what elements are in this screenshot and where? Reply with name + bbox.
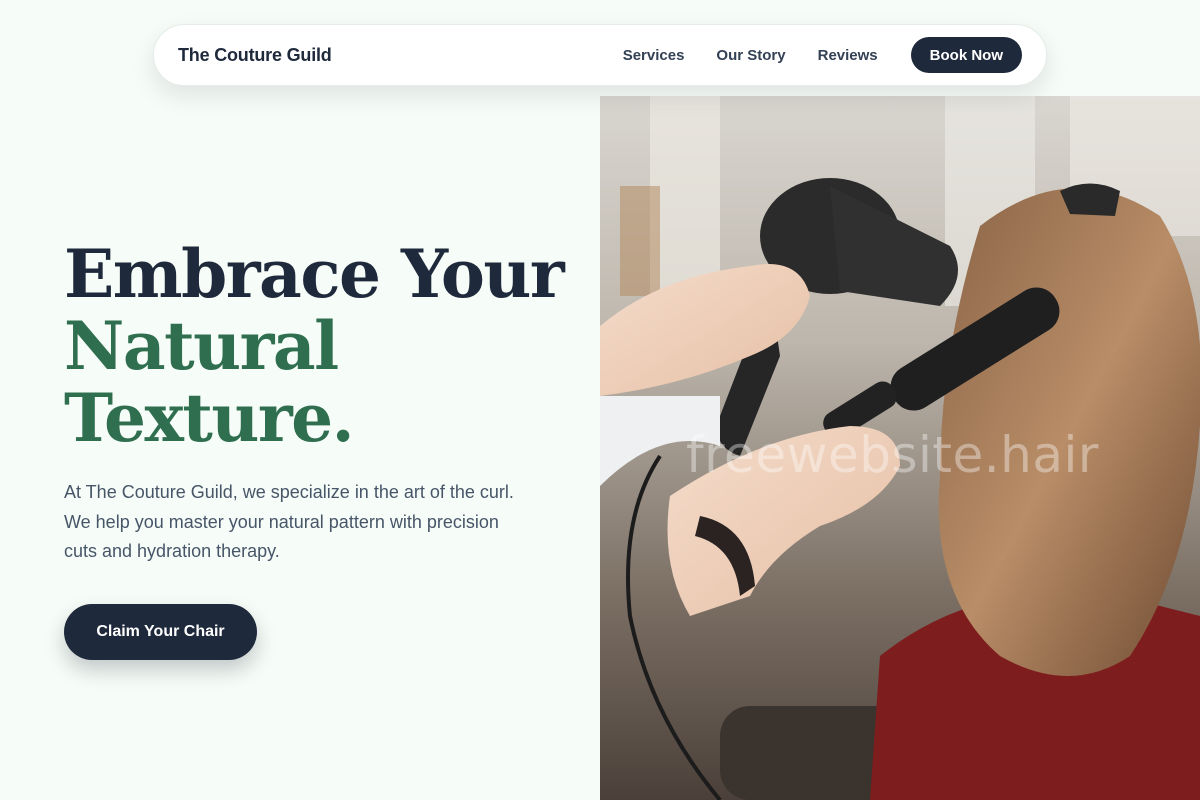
- nav-link-reviews[interactable]: Reviews: [818, 47, 878, 64]
- top-navbar: The Couture Guild Services Our Story Rev…: [153, 24, 1047, 86]
- book-now-button[interactable]: Book Now: [910, 37, 1022, 73]
- hero-headline: Embrace Your Natural Texture.: [64, 235, 565, 457]
- nav-link-services[interactable]: Services: [623, 47, 685, 64]
- claim-your-chair-button[interactable]: Claim Your Chair: [64, 604, 257, 660]
- nav-link-our-story[interactable]: Our Story: [716, 47, 785, 64]
- headline-line-3: Texture.: [64, 379, 355, 457]
- image-watermark: freewebsite.hair: [686, 426, 1099, 484]
- hero-salon-photo: freewebsite.hair: [600, 96, 1200, 800]
- headline-line-2: Natural: [64, 307, 339, 385]
- hero-text-section: Embrace Your Natural Texture. At The Cou…: [64, 235, 565, 567]
- brand-logo-text[interactable]: The Couture Guild: [178, 45, 332, 66]
- nav-links: Services Our Story Reviews Book Now: [623, 37, 1022, 73]
- hero-description: At The Couture Guild, we specialize in t…: [64, 482, 514, 561]
- headline-line-1: Embrace Your: [64, 235, 565, 313]
